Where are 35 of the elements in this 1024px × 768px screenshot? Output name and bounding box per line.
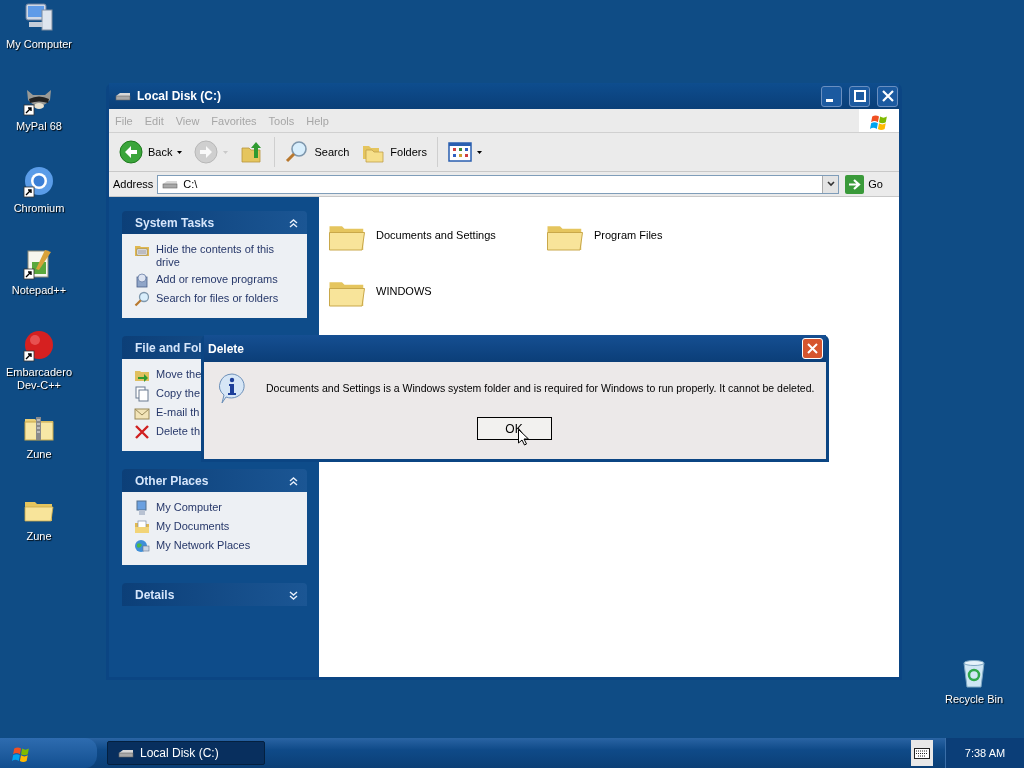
address-field[interactable]: C:\ — [157, 174, 840, 194]
task-link[interactable]: Hide the contents of this drive — [156, 242, 299, 269]
go-button[interactable]: Go — [843, 174, 895, 194]
task-link[interactable]: Copy the — [156, 386, 201, 400]
panel-header[interactable]: Details — [122, 583, 307, 606]
icon-label[interactable]: Chromium — [1, 202, 77, 215]
icon-label[interactable]: MyPal 68 — [1, 120, 77, 133]
task-link[interactable]: Add or remove programs — [156, 272, 278, 286]
task-link[interactable]: My Computer — [156, 500, 223, 514]
dialog-title: Delete — [208, 341, 245, 356]
task-link[interactable]: Move the — [156, 367, 202, 381]
task-link[interactable]: E-mail th — [156, 405, 200, 419]
folders-button[interactable]: Folders — [357, 138, 431, 166]
back-button[interactable]: Back — [115, 138, 187, 166]
icon-label[interactable]: Zune — [1, 448, 77, 461]
icon-label[interactable]: My Computer — [1, 38, 77, 51]
icon-label[interactable]: Embarcadero Dev-C++ — [1, 366, 77, 392]
task-link[interactable]: My Network Places — [156, 538, 251, 552]
taskbar-button[interactable]: Local Disk (C:) — [107, 741, 265, 765]
search-button[interactable]: Search — [281, 138, 354, 166]
task-link[interactable]: Search for files or folders — [156, 291, 279, 305]
icon-label[interactable]: Notepad++ — [1, 284, 77, 297]
icon-label[interactable]: Recycle Bin — [936, 693, 1012, 706]
clock[interactable]: 7:38 AM — [945, 738, 1024, 768]
panel-header[interactable]: System Tasks — [122, 211, 307, 234]
dialog-message: Documents and Settings is a Windows system folder and is required for Windows to run properly. It cannot be deleted. — [266, 382, 815, 394]
icon-label[interactable]: Zune — [1, 530, 77, 543]
folder-name[interactable]: Program Files — [594, 229, 663, 241]
task-link[interactable]: Delete th — [156, 424, 201, 438]
panel-header[interactable]: Other Places — [122, 469, 307, 492]
address-label: Address — [113, 178, 154, 190]
task-link[interactable]: My Documents — [156, 519, 230, 533]
window-title: Local Disk (C:) — [137, 89, 222, 103]
folder-name[interactable]: WINDOWS — [376, 285, 432, 297]
folder-name[interactable]: Documents and Settings — [376, 229, 496, 241]
